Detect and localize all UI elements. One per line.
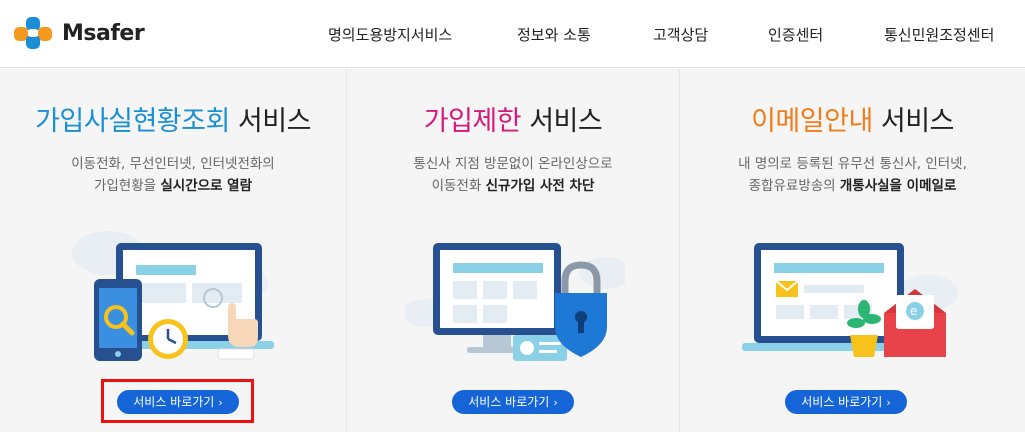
title-rest: 서비스 [229,106,312,137]
desc-bold: 실시간으로 열람 [160,178,253,194]
desc-line-1: 내 명의로 등록된 유무선 통신사, 인터넷, [738,156,967,172]
title-rest: 서비스 [872,106,955,137]
service-go-button[interactable]: 서비스 바로가기 › [452,390,574,414]
svg-text:e: e [910,304,917,318]
nav-item-identity-theft[interactable]: 명의도용방지서비스 [328,24,452,45]
desc-plain: 이동전화 [431,178,486,194]
desc-plain: 가입현황을 [93,178,161,194]
desc-line-2: 가입현황을 실시간으로 열람 [0,175,346,197]
panel-subscription-block: 가입제한 서비스 통신사 지점 방문없이 온라인상으로 이동전화 신규가입 사전… [347,69,679,432]
panel-description: 내 명의로 등록된 유무선 통신사, 인터넷, 종합유료방송의 개통사실을 이메… [680,153,1025,197]
panel-title: 가입제한 서비스 [347,99,679,138]
panel-title: 이메일안내 서비스 [680,99,1025,138]
block-illustration [405,243,625,361]
desc-line-1: 통신사 지점 방문없이 온라인상으로 [413,156,613,172]
chevron-right-icon: › [886,396,891,409]
title-highlight: 가입사실현황조회 [35,106,230,137]
nav-item-info[interactable]: 정보와 소통 [517,24,591,45]
button-label: 서비스 바로가기 [801,395,883,409]
logo-text: Msafer [62,20,145,46]
nav-item-mediation[interactable]: 통신민원조정센터 [884,24,994,45]
desc-line-2: 종합유료방송의 개통사실을 이메일로 [680,175,1025,197]
site-header: Msafer 명의도용방지서비스 정보와 소통 고객상담 인증센터 통신민원조정… [0,0,1025,68]
panel-description: 통신사 지점 방문없이 온라인상으로 이동전화 신규가입 사전 차단 [347,153,679,197]
desc-bold: 신규가입 사전 차단 [485,178,595,194]
desc-line-1: 이동전화, 무선인터넷, 인터넷전화의 [71,156,275,172]
service-go-button[interactable]: 서비스 바로가기 › [785,390,907,414]
service-go-button[interactable]: 서비스 바로가기 › [117,390,239,414]
button-label: 서비스 바로가기 [133,395,215,409]
panel-subscription-lookup: 가입사실현황조회 서비스 이동전화, 무선인터넷, 인터넷전화의 가입현황을 실… [0,69,346,432]
nav-item-support[interactable]: 고객상담 [653,24,708,45]
lookup-illustration [72,231,274,361]
title-rest: 서비스 [521,106,603,137]
service-panels: 가입사실현황조회 서비스 이동전화, 무선인터넷, 인터넷전화의 가입현황을 실… [0,69,1025,432]
panel-description: 이동전화, 무선인터넷, 인터넷전화의 가입현황을 실시간으로 열람 [0,153,346,197]
desc-plain: 종합유료방송의 [748,178,840,194]
panel-title: 가입사실현황조회 서비스 [0,99,346,138]
title-highlight: 가입제한 [423,106,522,137]
msafer-logo[interactable]: Msafer [12,13,145,53]
panel-email-notice: 이메일안내 서비스 내 명의로 등록된 유무선 통신사, 인터넷, 종합유료방송… [680,69,1025,432]
msafer-logo-icon [14,17,52,49]
desc-line-2: 이동전화 신규가입 사전 차단 [347,175,679,197]
nav-item-certification[interactable]: 인증센터 [768,24,823,45]
title-highlight: 이메일안내 [751,106,873,137]
email-illustration: e [742,243,958,357]
desc-bold: 개통사실을 이메일로 [839,178,957,194]
button-label: 서비스 바로가기 [468,395,550,409]
chevron-right-icon: › [553,396,558,409]
chevron-right-icon: › [218,396,223,409]
